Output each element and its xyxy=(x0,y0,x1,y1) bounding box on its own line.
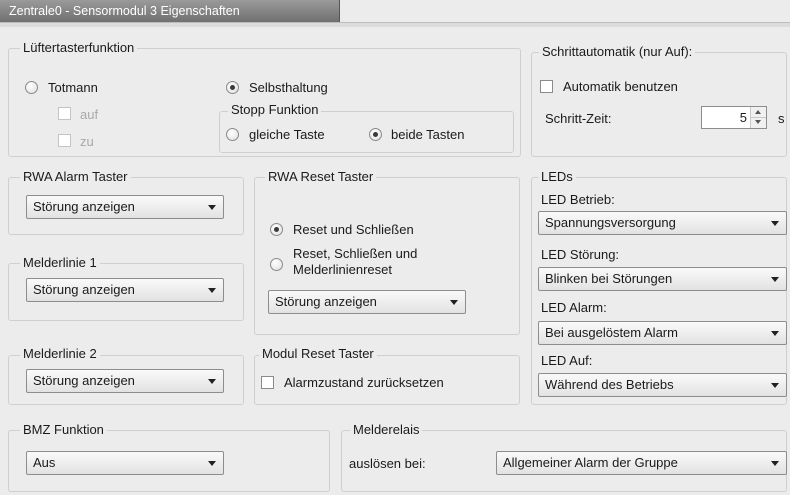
chevron-down-icon xyxy=(208,288,216,293)
gleiche-taste-label[interactable]: gleiche Taste xyxy=(249,127,325,142)
stopp-legend: Stopp Funktion xyxy=(228,102,322,117)
led-auf-label: LED Auf: xyxy=(541,353,593,368)
chevron-down-icon xyxy=(771,221,779,226)
luefter-legend: Lüftertasterfunktion xyxy=(20,40,138,55)
modul-reset-legend: Modul Reset Taster xyxy=(259,346,377,361)
auf-checkbox[interactable] xyxy=(58,107,71,120)
led-betrieb-value: Spannungsversorgung xyxy=(545,215,676,230)
rwa-alarm-select[interactable]: Störung anzeigen xyxy=(26,195,224,219)
melderelais-select[interactable]: Allgemeiner Alarm der Gruppe xyxy=(496,451,787,475)
leds-legend: LEDs xyxy=(538,169,576,184)
schritt-zeit-unit: s xyxy=(778,111,785,126)
schritt-zeit-spinner[interactable]: 5 xyxy=(701,106,767,129)
schritt-zeit-value: 5 xyxy=(739,110,747,125)
led-stoerung-select[interactable]: Blinken bei Störungen xyxy=(538,267,787,291)
chevron-down-icon xyxy=(208,205,216,210)
reset-schliessen-label[interactable]: Reset und Schließen xyxy=(293,222,414,237)
alarmzustand-checkbox[interactable] xyxy=(261,376,274,389)
led-stoerung-label: LED Störung: xyxy=(541,247,620,262)
chevron-down-icon xyxy=(208,379,216,384)
zu-label: zu xyxy=(80,134,94,149)
schritt-group xyxy=(531,52,787,157)
chevron-down-icon xyxy=(771,461,779,466)
spin-down-icon[interactable] xyxy=(751,117,766,127)
gleiche-taste-radio[interactable] xyxy=(226,128,239,141)
beide-tasten-radio[interactable] xyxy=(369,128,382,141)
chevron-down-icon xyxy=(771,331,779,336)
led-betrieb-select[interactable]: Spannungsversorgung xyxy=(538,211,787,235)
melderelais-legend: Melderelais xyxy=(350,422,423,437)
title-divider xyxy=(0,22,790,27)
rwa-alarm-value: Störung anzeigen xyxy=(33,199,135,214)
chevron-down-icon xyxy=(208,461,216,466)
melder2-select[interactable]: Störung anzeigen xyxy=(26,369,224,393)
rwa-alarm-legend: RWA Alarm Taster xyxy=(20,169,131,184)
automatik-checkbox[interactable] xyxy=(540,80,553,93)
spin-up-icon[interactable] xyxy=(751,107,766,117)
zu-checkbox[interactable] xyxy=(58,134,71,147)
auf-label: auf xyxy=(80,107,99,122)
totmann-label[interactable]: Totmann xyxy=(48,80,98,95)
bmz-legend: BMZ Funktion xyxy=(20,422,107,437)
led-alarm-value: Bei ausgelöstem Alarm xyxy=(545,325,678,340)
chevron-down-icon xyxy=(771,277,779,282)
schritt-zeit-label: Schritt-Zeit: xyxy=(545,111,612,126)
chevron-down-icon xyxy=(450,300,458,305)
bmz-select[interactable]: Aus xyxy=(26,451,224,475)
rwa-reset-select[interactable]: Störung anzeigen xyxy=(268,290,466,314)
melder2-legend: Melderlinie 2 xyxy=(20,346,100,361)
led-betrieb-label: LED Betrieb: xyxy=(541,192,615,207)
alarmzustand-label[interactable]: Alarmzustand zurücksetzen xyxy=(284,375,444,390)
led-auf-select[interactable]: Während des Betriebs xyxy=(538,373,787,397)
ausloesen-label: auslösen bei: xyxy=(349,456,426,471)
led-stoerung-value: Blinken bei Störungen xyxy=(545,271,673,286)
chevron-down-icon xyxy=(771,383,779,388)
selbsthaltung-label[interactable]: Selbsthaltung xyxy=(249,80,328,95)
reset-melderlinien-radio[interactable] xyxy=(270,258,283,271)
melderelais-value: Allgemeiner Alarm der Gruppe xyxy=(503,455,678,470)
melder1-value: Störung anzeigen xyxy=(33,282,135,297)
bmz-value: Aus xyxy=(33,455,56,470)
melder2-value: Störung anzeigen xyxy=(33,373,135,388)
window-title: Zentrale0 - Sensormodul 3 Eigenschaften xyxy=(0,0,340,22)
selbsthaltung-radio[interactable] xyxy=(226,81,239,94)
led-alarm-label: LED Alarm: xyxy=(541,300,607,315)
led-alarm-select[interactable]: Bei ausgelöstem Alarm xyxy=(538,321,787,345)
beide-tasten-label[interactable]: beide Tasten xyxy=(391,127,465,142)
automatik-label[interactable]: Automatik benutzen xyxy=(563,79,678,94)
reset-melderlinien-label-2[interactable]: Melderlinienreset xyxy=(293,262,392,277)
reset-melderlinien-label-1[interactable]: Reset, Schließen und xyxy=(293,246,417,261)
melder1-select[interactable]: Störung anzeigen xyxy=(26,278,224,302)
reset-schliessen-radio[interactable] xyxy=(270,223,283,236)
schritt-legend: Schrittautomatik (nur Auf): xyxy=(539,44,696,59)
rwa-reset-value: Störung anzeigen xyxy=(275,294,377,309)
spinner-buttons xyxy=(750,107,766,128)
totmann-radio[interactable] xyxy=(25,81,38,94)
led-auf-value: Während des Betriebs xyxy=(545,377,674,392)
melder1-legend: Melderlinie 1 xyxy=(20,255,100,270)
rwa-reset-legend: RWA Reset Taster xyxy=(265,169,377,184)
